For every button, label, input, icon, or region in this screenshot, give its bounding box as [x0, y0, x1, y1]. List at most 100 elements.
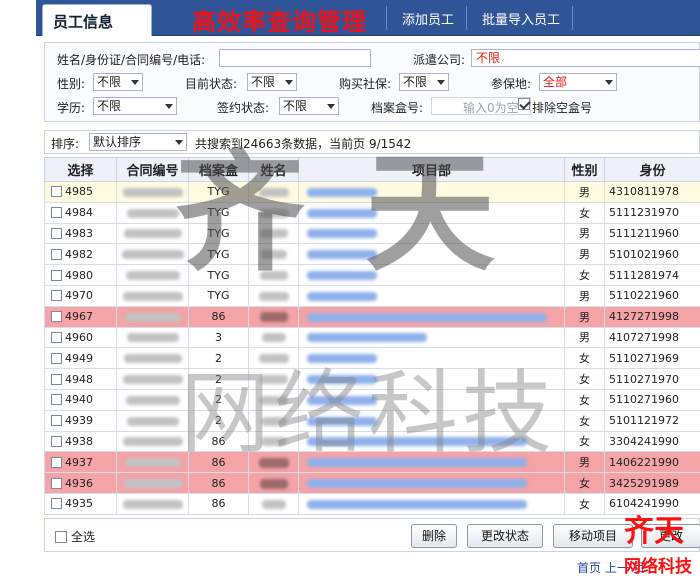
project-cell[interactable] — [298, 181, 565, 203]
exclude-empty-checkbox[interactable] — [518, 98, 530, 110]
row-checkbox[interactable] — [51, 290, 62, 302]
name-search-input[interactable] — [219, 49, 371, 67]
redacted-project — [307, 312, 547, 322]
row-select-cell[interactable]: 4938 — [44, 430, 117, 453]
sign-select[interactable]: 不限 — [279, 97, 339, 115]
select-all[interactable]: 全选 — [55, 528, 95, 545]
sort-select[interactable]: 默认排序 — [89, 133, 187, 151]
table-row[interactable]: 4948 2 女 5110271970 — [44, 368, 700, 390]
pager-prev[interactable]: 上一 — [605, 561, 629, 575]
row-select-cell[interactable]: 4960 — [44, 326, 117, 349]
gender-select[interactable]: 不限 — [93, 73, 143, 91]
project-cell[interactable] — [298, 284, 565, 307]
project-cell[interactable] — [298, 368, 565, 390]
insurance-select[interactable]: 不限 — [399, 73, 449, 91]
row-checkbox[interactable] — [51, 477, 62, 489]
gender-cell: 男 — [564, 243, 605, 266]
row-checkbox[interactable] — [51, 498, 62, 510]
row-select-cell[interactable]: 4949 — [44, 347, 117, 370]
project-cell[interactable] — [298, 472, 565, 494]
move-project-button[interactable]: 移动项目 — [553, 524, 633, 548]
row-select-cell[interactable]: 4985 — [44, 181, 117, 203]
table-row[interactable]: 4939 2 女 5101121972 — [44, 409, 700, 432]
row-select-cell[interactable]: 4970 — [44, 284, 117, 307]
project-cell[interactable] — [298, 430, 565, 453]
table-row[interactable]: 4936 86 女 3425291989 — [44, 472, 700, 494]
row-select-cell[interactable]: 4936 — [44, 472, 117, 494]
row-checkbox[interactable] — [51, 435, 62, 447]
project-cell[interactable] — [298, 222, 565, 245]
edu-select[interactable]: 不限 — [93, 97, 177, 115]
table-row[interactable]: 4970 TYG 男 5110221960 — [44, 284, 700, 307]
project-cell[interactable] — [298, 409, 565, 432]
table-row[interactable]: 4982 TYG 男 5101021960 — [44, 243, 700, 266]
tab-batch-import[interactable]: 批量导入员工 — [482, 9, 560, 28]
contract-cell — [116, 368, 189, 390]
table-row[interactable]: 4935 86 女 6104241990 — [44, 492, 700, 515]
delete-button[interactable]: 删除 — [411, 524, 457, 548]
table-row[interactable]: 4985 TYG 男 4310811978 — [44, 181, 700, 203]
row-checkbox[interactable] — [51, 311, 62, 323]
tab-add-employee[interactable]: 添加员工 — [402, 9, 454, 28]
archive-cell: 2 — [188, 347, 249, 370]
name-cell — [248, 181, 299, 203]
project-cell[interactable] — [298, 347, 565, 370]
row-select-cell[interactable]: 4935 — [44, 492, 117, 515]
tab-employee-info[interactable]: 员工信息 — [42, 4, 152, 36]
place-select-value: 全部 — [543, 75, 568, 89]
project-cell[interactable] — [298, 243, 565, 266]
chevron-down-icon — [131, 80, 139, 85]
more-action-button[interactable]: 更改 — [641, 524, 700, 548]
row-select-cell[interactable]: 4980 — [44, 264, 117, 286]
table-row[interactable]: 4960 3 男 4107271998 — [44, 326, 700, 349]
row-checkbox[interactable] — [51, 373, 62, 385]
row-checkbox[interactable] — [51, 415, 62, 427]
status-select[interactable]: 不限 — [247, 73, 297, 91]
row-select-cell[interactable]: 4948 — [44, 368, 117, 390]
row-checkbox[interactable] — [51, 269, 62, 281]
table-row[interactable]: 4984 TYG 女 5111231970 — [44, 201, 700, 224]
place-select[interactable]: 全部 — [539, 73, 617, 91]
row-select-cell[interactable]: 4983 — [44, 222, 117, 245]
table-row[interactable]: 4949 2 女 5110271969 — [44, 347, 700, 370]
redacted-contract — [122, 291, 183, 301]
row-select-cell[interactable]: 4967 — [44, 305, 117, 328]
table-row[interactable]: 4937 86 男 1406221990 — [44, 451, 700, 474]
row-checkbox[interactable] — [51, 227, 62, 239]
idcard-cell: 5111231970 — [604, 201, 700, 224]
idcard-cell: 5110221960 — [604, 284, 700, 307]
project-cell[interactable] — [298, 492, 565, 515]
row-checkbox[interactable] — [51, 248, 62, 260]
project-cell[interactable] — [298, 326, 565, 349]
row-checkbox[interactable] — [51, 352, 62, 364]
row-checkbox[interactable] — [51, 394, 62, 406]
brand-title: 高效率查询管理 — [192, 8, 367, 36]
row-checkbox[interactable] — [51, 207, 62, 219]
row-select-cell[interactable]: 4984 — [44, 201, 117, 224]
row-select-cell[interactable]: 4939 — [44, 409, 117, 432]
table-row[interactable]: 4980 TYG 女 5111281974 — [44, 264, 700, 286]
row-select-cell[interactable]: 4940 — [44, 388, 117, 411]
table-row[interactable]: 4983 TYG 男 5111211960 — [44, 222, 700, 245]
project-cell[interactable] — [298, 201, 565, 224]
project-cell[interactable] — [298, 388, 565, 411]
table-row[interactable]: 4940 2 女 5110271960 — [44, 388, 700, 411]
select-all-checkbox[interactable] — [55, 531, 67, 543]
company-input[interactable]: 不限 — [471, 49, 700, 67]
gender-cell: 女 — [564, 430, 605, 453]
project-cell[interactable] — [298, 305, 565, 328]
archive-cell: TYG — [188, 243, 249, 266]
contract-cell — [116, 181, 189, 203]
row-checkbox[interactable] — [51, 456, 62, 468]
project-cell[interactable] — [298, 264, 565, 286]
row-select-cell[interactable]: 4937 — [44, 451, 117, 474]
row-select-cell[interactable]: 4982 — [44, 243, 117, 266]
row-checkbox[interactable] — [51, 331, 62, 343]
project-cell[interactable] — [298, 451, 565, 474]
redacted-contract — [126, 416, 179, 426]
pager-first[interactable]: 首页 — [577, 561, 601, 575]
table-row[interactable]: 4967 86 男 4127271998 — [44, 305, 700, 328]
row-checkbox[interactable] — [51, 186, 62, 198]
table-row[interactable]: 4938 86 女 3304241990 — [44, 430, 700, 453]
change-status-button[interactable]: 更改状态 — [467, 524, 543, 548]
